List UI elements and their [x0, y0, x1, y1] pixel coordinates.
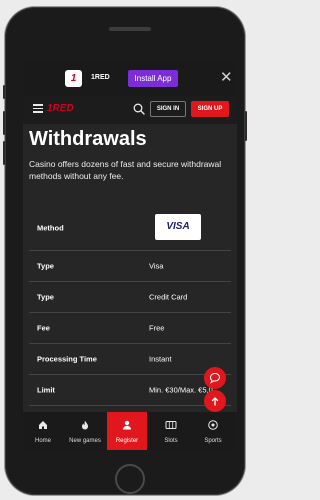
search-icon[interactable] — [133, 103, 145, 115]
visa-logo-icon: VISA — [155, 214, 201, 240]
row-label: Fee — [37, 323, 50, 333]
nav-item-sports[interactable]: Sports — [193, 412, 233, 450]
speaker-grille — [109, 27, 151, 31]
table-row: Fee Free — [29, 313, 231, 344]
row-label: Limit — [37, 385, 55, 395]
row-value: Visa — [149, 261, 164, 271]
table-row: Limit Min. €30/Max. €5,0 — [29, 375, 231, 406]
row-label: Type — [37, 292, 54, 302]
install-app-button[interactable]: Install App — [128, 70, 178, 87]
home-icon — [39, 421, 47, 429]
chat-bubble-icon — [209, 372, 221, 384]
row-label: Method — [37, 223, 64, 233]
nav-item-new-games[interactable]: New games — [65, 412, 105, 450]
power-button — [245, 111, 247, 141]
chat-button[interactable] — [204, 367, 226, 389]
row-value: Instant — [149, 354, 172, 364]
row-label: Type — [37, 261, 54, 271]
scroll-to-top-button[interactable] — [204, 390, 226, 412]
close-icon[interactable]: ✕ — [220, 69, 233, 87]
sign-up-button[interactable]: SIGN UP — [191, 101, 229, 117]
nav-item-home[interactable]: Home — [23, 412, 63, 450]
slots-icon — [165, 421, 177, 429]
row-value: Min. €30/Max. €5,0 — [149, 385, 213, 395]
page-subtitle: Casino offers dozens of fast and secure … — [29, 159, 222, 181]
arrow-up-icon — [211, 397, 219, 406]
volume-down-button — [3, 141, 5, 165]
table-row: Type Visa — [29, 251, 231, 282]
page-title: Withdrawals — [29, 128, 147, 150]
nav-label: New games — [69, 438, 101, 444]
row-label: Processing Time — [37, 354, 97, 364]
nav-item-register[interactable]: Register — [107, 412, 147, 450]
app-install-banner: 1 1RED Install App ✕ — [23, 62, 237, 96]
nav-label: Sports — [204, 438, 222, 444]
phone-home-button[interactable] — [115, 464, 145, 494]
table-row-method: Method VISA — [29, 206, 231, 251]
table-row: Processing Time Instant — [29, 344, 231, 375]
row-value: Free — [149, 323, 165, 333]
user-icon — [123, 420, 131, 430]
flame-icon — [82, 420, 88, 430]
row-value: Credit Card — [149, 292, 188, 302]
soccer-ball-icon — [208, 420, 218, 430]
table-row: Type Credit Card — [29, 282, 231, 313]
brand-logo-icon: 1 — [65, 70, 82, 87]
phone-frame: 1 1RED Install App ✕ 1RED SIGN IN SIGN U… — [3, 7, 247, 495]
sign-in-button[interactable]: SIGN IN — [150, 101, 186, 117]
screen: 1 1RED Install App ✕ 1RED SIGN IN SIGN U… — [23, 62, 237, 450]
withdrawal-method-table: Method VISA Type Visa Type Credit Card F… — [29, 206, 231, 406]
hamburger-menu-icon[interactable] — [33, 104, 43, 113]
nav-label: Register — [115, 438, 139, 444]
mute-switch — [3, 85, 5, 99]
bottom-navigation: Home New games Register Slots Sports — [23, 412, 237, 450]
volume-up-button — [3, 111, 5, 135]
nav-item-slots[interactable]: Slots — [151, 412, 191, 450]
nav-label: Slots — [164, 438, 178, 444]
site-logo[interactable]: 1RED — [47, 103, 74, 115]
nav-label: Home — [34, 438, 51, 444]
banner-brand-name: 1RED — [91, 74, 110, 81]
site-header: 1RED SIGN IN SIGN UP — [23, 96, 237, 124]
